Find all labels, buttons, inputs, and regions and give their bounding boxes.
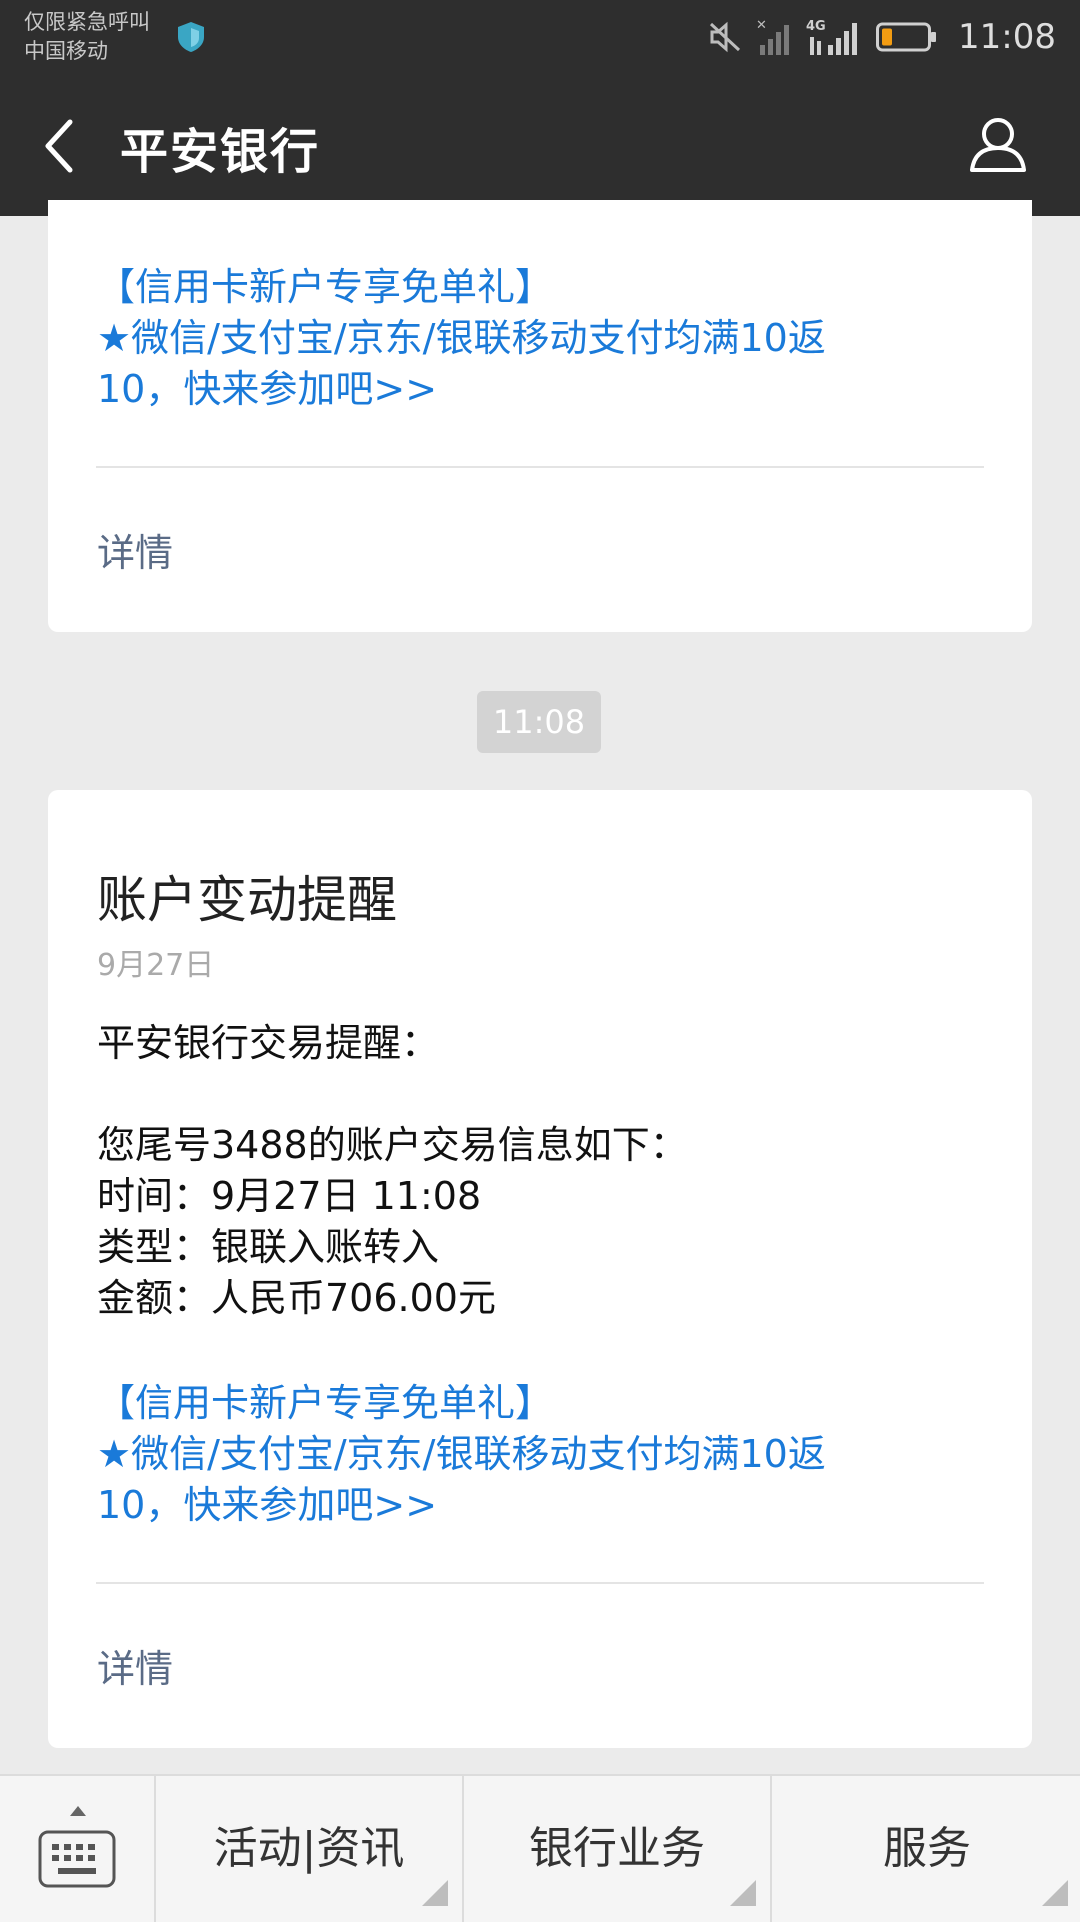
promo-link[interactable]: 【信用卡新户专享免单礼】 ★微信/支付宝/京东/银联移动支付均满10返 10，快… bbox=[97, 262, 957, 415]
message-title: 账户变动提醒 bbox=[97, 871, 397, 929]
title-bar: 平安银行 bbox=[0, 74, 1080, 216]
no-signal-icon: ✕ bbox=[756, 18, 790, 55]
body-line: 时间：9月27日 11:08 bbox=[97, 1174, 482, 1218]
signal-icon: 4G bbox=[806, 19, 858, 55]
status-icons: ✕ 4G 11:08 bbox=[708, 14, 1056, 60]
mute-icon bbox=[709, 21, 741, 53]
detail-link[interactable]: 详情 bbox=[97, 1638, 173, 1693]
menu-item-bank-business[interactable]: 银行业务 bbox=[462, 1776, 770, 1922]
network-type-label: 4G bbox=[806, 19, 826, 34]
menu-item-label: 活动|资讯 bbox=[213, 1823, 405, 1874]
status-bar: 仅限紧急呼叫 中国移动 ✕ 4G 11:08 bbox=[0, 0, 1080, 74]
message-card-account-alert: 账户变动提醒 9月27日 平安银行交易提醒： 您尾号3488的账户交易信息如下：… bbox=[48, 790, 1032, 1748]
carrier-info: 仅限紧急呼叫 中国移动 bbox=[24, 8, 150, 66]
message-greeting: 平安银行交易提醒： bbox=[97, 1018, 439, 1069]
promo-line: ★微信/支付宝/京东/银联移动支付均满10返 bbox=[97, 1432, 826, 1476]
menu-item-activities[interactable]: 活动|资讯 bbox=[154, 1776, 462, 1922]
promo-line: 【信用卡新户专享免单礼】 bbox=[97, 1381, 554, 1425]
page-title: 平安银行 bbox=[120, 124, 321, 180]
detail-link[interactable]: 详情 bbox=[97, 522, 173, 577]
menu-item-label: 服务 bbox=[883, 1823, 971, 1874]
promo-line: ★微信/支付宝/京东/银联移动支付均满10返 bbox=[97, 316, 826, 360]
promo-link[interactable]: 【信用卡新户专享免单礼】 ★微信/支付宝/京东/银联移动支付均满10返 10，快… bbox=[97, 1378, 957, 1531]
menu-item-services[interactable]: 服务 bbox=[770, 1776, 1080, 1922]
carrier-line-1: 仅限紧急呼叫 bbox=[24, 10, 150, 34]
keyboard-icon bbox=[38, 1830, 116, 1888]
shield-icon bbox=[178, 22, 204, 52]
submenu-corner-icon bbox=[422, 1880, 448, 1906]
submenu-corner-icon bbox=[730, 1880, 756, 1906]
svg-text:✕: ✕ bbox=[756, 18, 767, 33]
divider bbox=[96, 466, 984, 468]
message-card: 【信用卡新户专享免单礼】 ★微信/支付宝/京东/银联移动支付均满10返 10，快… bbox=[48, 200, 1032, 632]
profile-icon[interactable] bbox=[968, 114, 1028, 174]
message-date: 9月27日 bbox=[97, 948, 215, 983]
promo-line: 10，快来参加吧>> bbox=[97, 367, 438, 411]
body-line: 您尾号3488的账户交易信息如下： bbox=[97, 1123, 688, 1167]
status-time: 11:08 bbox=[958, 17, 1056, 57]
submenu-corner-icon bbox=[1042, 1880, 1068, 1906]
message-body: 您尾号3488的账户交易信息如下： 时间：9月27日 11:08 类型：银联入账… bbox=[97, 1120, 688, 1324]
menu-item-label: 银行业务 bbox=[529, 1823, 705, 1874]
back-icon[interactable] bbox=[40, 118, 80, 174]
body-line: 类型：银联入账转入 bbox=[97, 1225, 440, 1269]
divider bbox=[96, 1582, 984, 1584]
chevron-up-icon bbox=[70, 1806, 86, 1816]
promo-line: 【信用卡新户专享免单礼】 bbox=[97, 265, 554, 309]
timestamp-chip: 11:08 bbox=[477, 691, 601, 753]
battery-icon bbox=[876, 22, 937, 52]
promo-line: 10，快来参加吧>> bbox=[97, 1483, 438, 1527]
greeting-line: 平安银行交易提醒： bbox=[97, 1021, 440, 1065]
keyboard-toggle-button[interactable] bbox=[0, 1776, 154, 1922]
body-line: 金额：人民币706.00元 bbox=[97, 1276, 496, 1320]
bottom-menu: 活动|资讯 银行业务 服务 bbox=[0, 1774, 1080, 1922]
carrier-line-2: 中国移动 bbox=[24, 39, 108, 63]
